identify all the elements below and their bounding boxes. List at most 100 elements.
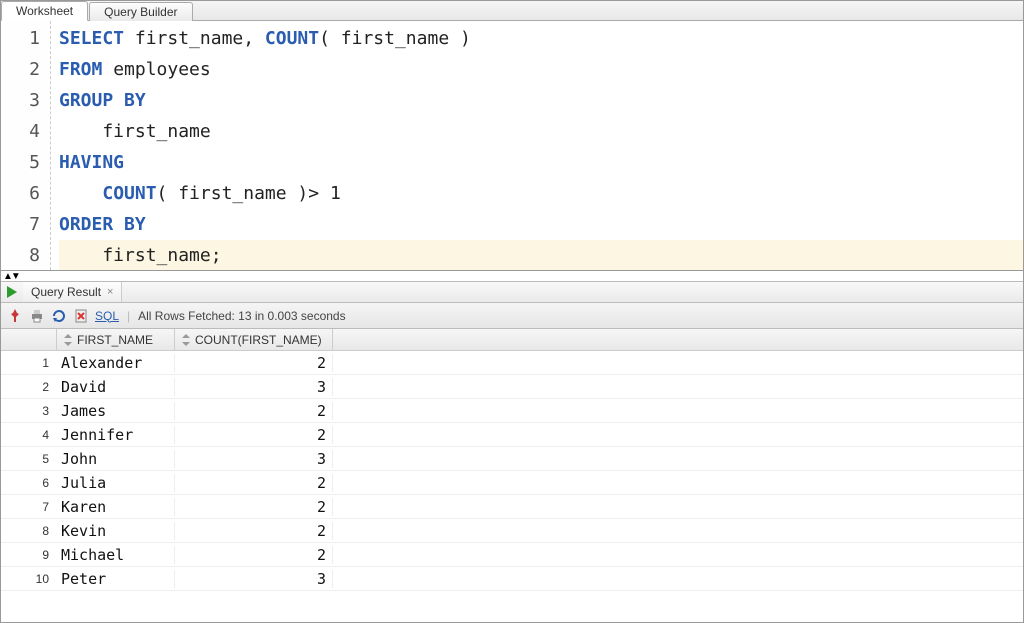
tab-query-result[interactable]: Query Result × (23, 282, 122, 302)
column-header-count[interactable]: COUNT(FIRST_NAME) (175, 329, 333, 350)
cell-first-name[interactable]: Karen (57, 498, 175, 516)
line-number: 7 (1, 209, 40, 240)
code-line[interactable]: GROUP BY (59, 85, 1023, 116)
sql-keyword: FROM (59, 59, 102, 80)
sql-text: first_name (59, 121, 211, 142)
column-header-first-name[interactable]: FIRST_NAME (57, 329, 175, 350)
sql-keyword: HAVING (59, 152, 124, 173)
top-tab-bar: Worksheet Query Builder (1, 1, 1023, 21)
table-row[interactable]: 4Jennifer2 (1, 423, 1023, 447)
cell-first-name[interactable]: Kevin (57, 522, 175, 540)
line-number-gutter: 12345678 (1, 21, 51, 270)
result-toolbar: SQL | All Rows Fetched: 13 in 0.003 seco… (1, 303, 1023, 329)
line-number: 5 (1, 147, 40, 178)
line-number: 3 (1, 85, 40, 116)
sort-icon (181, 334, 191, 346)
row-number: 10 (1, 572, 57, 586)
table-row[interactable]: 7Karen2 (1, 495, 1023, 519)
code-line[interactable]: HAVING (59, 147, 1023, 178)
column-header-label: COUNT(FIRST_NAME) (195, 333, 322, 347)
row-number: 9 (1, 548, 57, 562)
cell-first-name[interactable]: Julia (57, 474, 175, 492)
table-row[interactable]: 8Kevin2 (1, 519, 1023, 543)
delete-icon[interactable] (73, 308, 89, 324)
cell-first-name[interactable]: Alexander (57, 354, 175, 372)
line-number: 2 (1, 54, 40, 85)
cell-count[interactable]: 3 (175, 450, 333, 468)
cell-first-name[interactable]: James (57, 402, 175, 420)
cell-first-name[interactable]: Michael (57, 546, 175, 564)
table-row[interactable]: 3James2 (1, 399, 1023, 423)
print-icon[interactable] (29, 308, 45, 324)
sql-keyword: GROUP BY (59, 90, 146, 111)
cell-count[interactable]: 2 (175, 546, 333, 564)
pin-icon[interactable] (7, 308, 23, 324)
cell-count[interactable]: 2 (175, 426, 333, 444)
cell-count[interactable]: 2 (175, 522, 333, 540)
column-header-label: FIRST_NAME (77, 333, 153, 347)
pane-splitter[interactable]: ▲▼ (1, 271, 1023, 281)
sql-text: ( first_name )> 1 (157, 183, 341, 204)
row-number: 3 (1, 404, 57, 418)
tab-query-builder[interactable]: Query Builder (89, 2, 192, 21)
code-area[interactable]: SELECT first_name, COUNT( first_name )FR… (51, 21, 1023, 270)
line-number: 6 (1, 178, 40, 209)
cell-first-name[interactable]: Peter (57, 570, 175, 588)
splitter-handle-icon: ▲▼ (3, 271, 19, 282)
cell-count[interactable]: 2 (175, 474, 333, 492)
cell-first-name[interactable]: Jennifer (57, 426, 175, 444)
close-icon[interactable]: × (107, 286, 113, 298)
cell-count[interactable]: 3 (175, 378, 333, 396)
tab-worksheet[interactable]: Worksheet (1, 1, 88, 21)
sql-text: employees (102, 59, 210, 80)
sql-keyword: ORDER BY (59, 214, 146, 235)
cell-count[interactable]: 2 (175, 402, 333, 420)
line-number: 1 (1, 23, 40, 54)
grid-header-row: FIRST_NAME COUNT(FIRST_NAME) (1, 329, 1023, 351)
table-row[interactable]: 1Alexander2 (1, 351, 1023, 375)
row-number: 7 (1, 500, 57, 514)
results-grid: FIRST_NAME COUNT(FIRST_NAME) 1Alexander2… (1, 329, 1023, 591)
line-number: 4 (1, 116, 40, 147)
result-tab-label: Query Result (31, 285, 101, 299)
cell-count[interactable]: 2 (175, 498, 333, 516)
code-line[interactable]: ORDER BY (59, 209, 1023, 240)
table-row[interactable]: 2David3 (1, 375, 1023, 399)
sql-keyword: COUNT (265, 28, 319, 49)
refresh-icon[interactable] (51, 308, 67, 324)
fetch-status: All Rows Fetched: 13 in 0.003 seconds (138, 309, 345, 323)
row-number: 8 (1, 524, 57, 538)
code-line[interactable]: first_name (59, 116, 1023, 147)
sort-icon (63, 334, 73, 346)
sql-text: first_name, (124, 28, 265, 49)
grid-body: 1Alexander22David33James24Jennifer25John… (1, 351, 1023, 591)
sql-text: ( first_name ) (319, 28, 471, 49)
code-line[interactable]: COUNT( first_name )> 1 (59, 178, 1023, 209)
cell-first-name[interactable]: David (57, 378, 175, 396)
sql-text: first_name; (59, 245, 222, 266)
code-line[interactable]: first_name; (59, 240, 1023, 270)
sql-editor[interactable]: 12345678 SELECT first_name, COUNT( first… (1, 21, 1023, 271)
table-row[interactable]: 6Julia2 (1, 471, 1023, 495)
code-line[interactable]: FROM employees (59, 54, 1023, 85)
grid-rownum-header (1, 329, 57, 350)
toolbar-separator: | (127, 309, 130, 323)
code-line[interactable]: SELECT first_name, COUNT( first_name ) (59, 23, 1023, 54)
row-number: 6 (1, 476, 57, 490)
sql-link[interactable]: SQL (95, 309, 119, 323)
row-number: 5 (1, 452, 57, 466)
table-row[interactable]: 9Michael2 (1, 543, 1023, 567)
line-number: 8 (1, 240, 40, 271)
cell-count[interactable]: 3 (175, 570, 333, 588)
sql-keyword: SELECT (59, 28, 124, 49)
cell-count[interactable]: 2 (175, 354, 333, 372)
sql-text (59, 183, 102, 204)
row-number: 1 (1, 356, 57, 370)
table-row[interactable]: 10Peter3 (1, 567, 1023, 591)
run-play-icon[interactable] (5, 285, 19, 299)
table-row[interactable]: 5John3 (1, 447, 1023, 471)
row-number: 2 (1, 380, 57, 394)
result-tab-bar: Query Result × (1, 281, 1023, 303)
row-number: 4 (1, 428, 57, 442)
cell-first-name[interactable]: John (57, 450, 175, 468)
